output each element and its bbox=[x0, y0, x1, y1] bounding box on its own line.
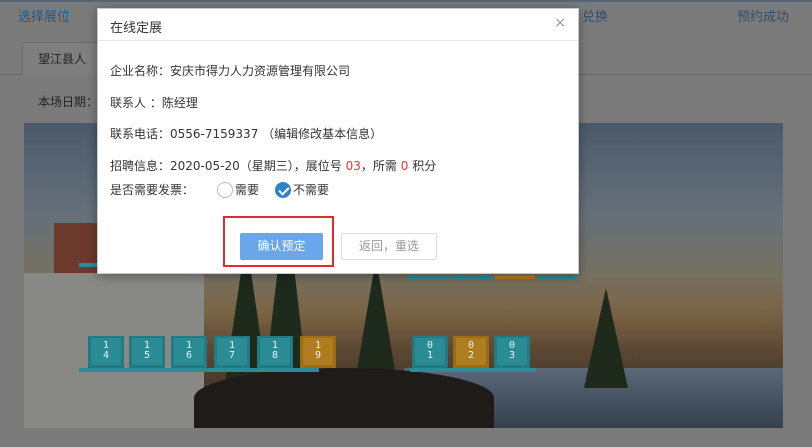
step-exchange: 兑换 bbox=[582, 10, 609, 25]
points-unit: 积分 bbox=[412, 159, 437, 173]
recruit-label: 招聘信息： bbox=[110, 159, 171, 173]
contact-row: 联系人 ：陈经理 bbox=[110, 94, 198, 111]
confirm-booking-button[interactable]: 确认预定 bbox=[240, 233, 323, 260]
tab-venue[interactable]: 望江县人 bbox=[22, 42, 102, 75]
seat-top-bar bbox=[452, 275, 492, 279]
seat-top-bar bbox=[409, 275, 449, 279]
seat-02[interactable]: 02 bbox=[453, 336, 489, 368]
invoice-no-label: 不需要 bbox=[293, 183, 330, 197]
company-label: 企业名称： bbox=[110, 64, 171, 78]
radio-checked-icon[interactable] bbox=[275, 181, 291, 198]
seat-row-bar bbox=[410, 368, 536, 372]
seat-top-bar bbox=[79, 263, 99, 267]
phone-row: 联系电话：0556-7159337 （编辑修改基本信息） bbox=[110, 125, 382, 142]
invoice-label: 是否需要发票： bbox=[110, 183, 195, 197]
progress-line bbox=[0, 0, 812, 2]
phone-label: 联系电话： bbox=[110, 127, 171, 141]
recruit-date: 2020-05-20（星期三），展位号 bbox=[170, 159, 342, 173]
radio-unchecked-icon[interactable] bbox=[217, 181, 233, 198]
edit-info-link[interactable]: （编辑修改基本信息） bbox=[262, 127, 382, 141]
contact-label: 联系人 ： bbox=[110, 96, 162, 110]
seat-17[interactable]: 17 bbox=[214, 336, 250, 368]
company-value: 安庆市得力人力资源管理有限公司 bbox=[170, 64, 351, 78]
seat-top-bar bbox=[538, 275, 578, 279]
seat-row-bar bbox=[79, 368, 319, 372]
booth-number: 03 bbox=[345, 159, 361, 173]
recruit-mid: ，所需 bbox=[360, 159, 397, 173]
step-success: 预约成功 bbox=[737, 10, 790, 25]
dialog-header: 在线定展 × bbox=[98, 9, 578, 41]
close-icon[interactable]: × bbox=[554, 15, 566, 31]
seat-01[interactable]: 01 bbox=[412, 336, 448, 368]
invoice-option-yes[interactable]: 需要 bbox=[217, 181, 259, 198]
points-value: 0 bbox=[400, 159, 409, 173]
invoice-option-no[interactable]: 不需要 bbox=[275, 181, 329, 198]
contact-value: 陈经理 bbox=[161, 96, 198, 110]
company-row: 企业名称：安庆市得力人力资源管理有限公司 bbox=[110, 62, 350, 79]
phone-value: 0556-7159337 bbox=[170, 127, 259, 141]
seat-top-bar bbox=[495, 275, 535, 279]
step-select-booth[interactable]: 选择展位 bbox=[18, 6, 70, 25]
date-label: 本场日期： bbox=[38, 95, 99, 109]
back-reselect-button[interactable]: 返回，重选 bbox=[341, 233, 437, 260]
seat-15[interactable]: 15 bbox=[129, 336, 165, 368]
seat-18[interactable]: 18 bbox=[257, 336, 293, 368]
invoice-yes-label: 需要 bbox=[235, 183, 260, 197]
rocks bbox=[194, 368, 494, 428]
booking-dialog: 在线定展 × 企业名称：安庆市得力人力资源管理有限公司 联系人 ：陈经理 联系电… bbox=[97, 8, 579, 274]
seat-16[interactable]: 16 bbox=[171, 336, 207, 368]
tree bbox=[584, 288, 628, 388]
seat-14[interactable]: 14 bbox=[88, 336, 124, 368]
dialog-title: 在线定展 bbox=[110, 21, 163, 36]
seat-03[interactable]: 03 bbox=[494, 336, 530, 368]
seat-19[interactable]: 19 bbox=[300, 336, 336, 368]
recruit-row: 招聘信息：2020-05-20（星期三），展位号 03，所需 0 积分 bbox=[110, 157, 436, 174]
